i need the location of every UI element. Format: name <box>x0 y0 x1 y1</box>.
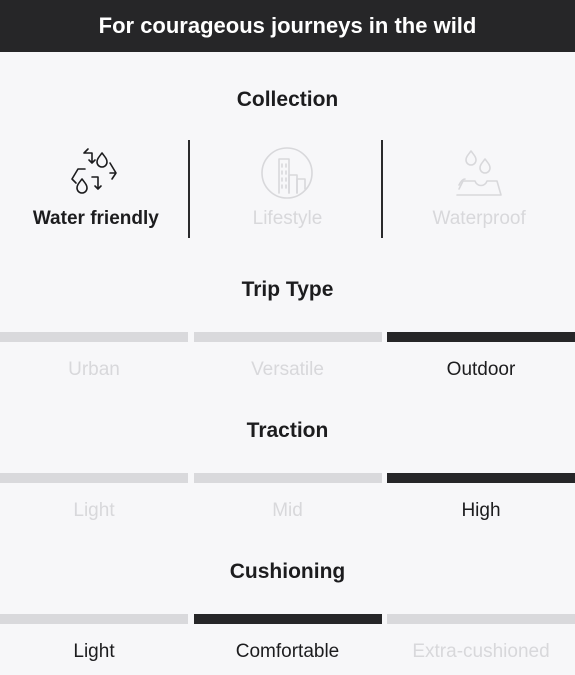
cushioning-option-light[interactable]: Light <box>0 614 188 663</box>
segment-bar-selected <box>387 332 575 342</box>
segment-label: Urban <box>68 359 120 380</box>
segment-bar-selected <box>193 614 382 624</box>
segment-label: Mid <box>272 500 303 521</box>
traction-selector: Light Mid High <box>0 473 575 522</box>
cushioning-selector: Light Comfortable Extra-cushioned <box>0 614 575 663</box>
segment-label: Light <box>73 641 115 662</box>
collection-label-waterproof: Waterproof <box>432 208 526 229</box>
traction-option-mid[interactable]: Mid <box>193 473 382 522</box>
top-banner: For courageous journeys in the wild <box>0 0 575 52</box>
collection-item-water-friendly[interactable]: Water friendly <box>0 140 192 238</box>
segment-bar <box>387 614 575 624</box>
segment-bar-selected <box>387 473 575 483</box>
trip-type-option-versatile[interactable]: Versatile <box>193 332 382 381</box>
traction-option-light[interactable]: Light <box>0 473 188 522</box>
collection-label-lifestyle: Lifestyle <box>252 208 323 229</box>
segment-label: Extra-cushioned <box>412 641 550 662</box>
segment-label: Light <box>73 500 115 521</box>
traction-option-high[interactable]: High <box>387 473 575 522</box>
segment-bar <box>193 473 382 483</box>
collection-selector: Water friendly Lifestyle Waterproof <box>0 140 575 238</box>
segment-label: Versatile <box>251 359 324 380</box>
trip-type-selector: Urban Versatile Outdoor <box>0 332 575 381</box>
trip-type-option-outdoor[interactable]: Outdoor <box>387 332 575 381</box>
collection-item-lifestyle[interactable]: Lifestyle <box>192 140 384 238</box>
segment-bar <box>193 332 382 342</box>
cushioning-option-comfortable[interactable]: Comfortable <box>193 614 382 663</box>
collection-divider <box>381 140 383 238</box>
cushioning-title: Cushioning <box>229 560 346 583</box>
segment-bar <box>0 332 188 342</box>
trip-type-title: Trip Type <box>241 278 334 301</box>
segment-bar <box>0 473 188 483</box>
segment-bar <box>0 614 188 624</box>
traction-title: Traction <box>246 419 329 442</box>
segment-label-selected: Outdoor <box>446 359 516 380</box>
collection-item-waterproof[interactable]: Waterproof <box>383 140 575 238</box>
collection-divider <box>188 140 190 238</box>
collection-title: Collection <box>236 88 339 111</box>
waterproof-drops-icon <box>456 150 502 196</box>
banner-text: For courageous journeys in the wild <box>98 13 477 38</box>
water-cycle-icon <box>71 148 117 194</box>
cushioning-option-extra-cushioned[interactable]: Extra-cushioned <box>387 614 575 663</box>
city-building-icon <box>261 147 314 199</box>
segment-label-selected: Comfortable <box>235 641 340 662</box>
collection-label-water-friendly: Water friendly <box>32 208 159 229</box>
segment-label-selected: High <box>461 500 501 521</box>
trip-type-option-urban[interactable]: Urban <box>0 332 188 381</box>
